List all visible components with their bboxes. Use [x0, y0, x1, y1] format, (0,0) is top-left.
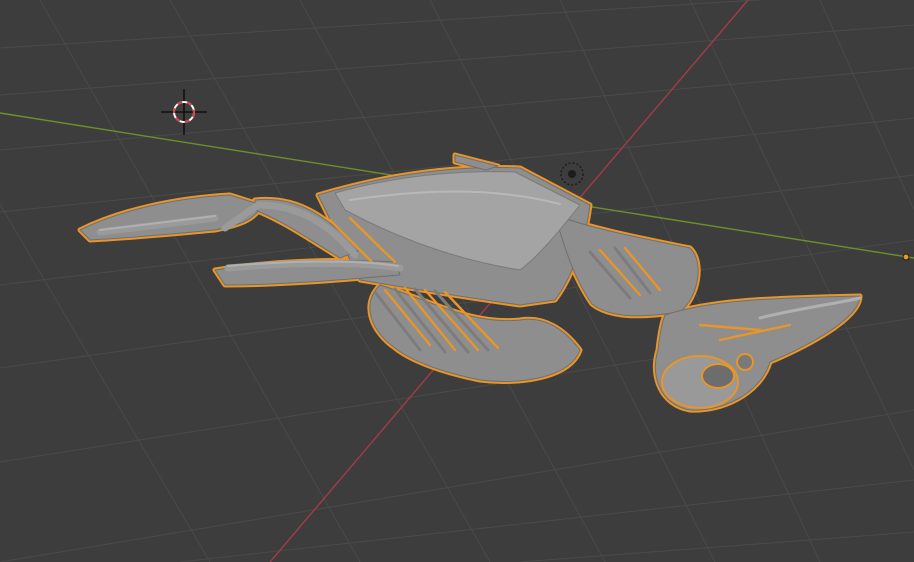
- 3d-viewport[interactable]: skeleton-mesh 3d-cursor object-origin li…: [0, 0, 914, 562]
- viewport-canvas[interactable]: [0, 0, 914, 562]
- 3d-cursor-icon[interactable]: [161, 89, 207, 135]
- skeleton-mesh[interactable]: [77, 152, 863, 413]
- object-origin-icon: [902, 253, 910, 261]
- light-gizmo-icon[interactable]: [560, 162, 584, 186]
